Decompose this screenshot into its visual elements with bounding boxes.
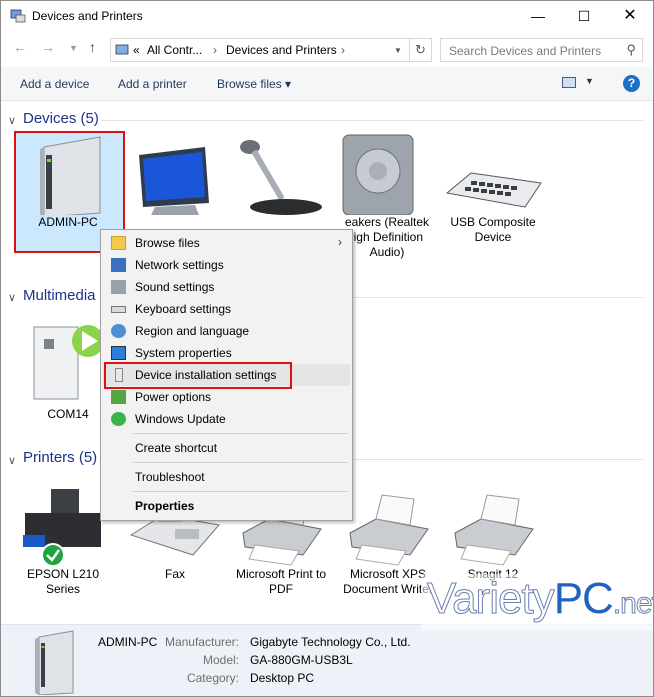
menu-separator (133, 491, 348, 492)
maximize-button[interactable]: ☐ (561, 1, 607, 31)
address-bar[interactable]: « All Contr... › Devices and Printers › … (110, 38, 410, 62)
monitor-icon (111, 346, 126, 360)
details-pane: ADMIN-PC Manufacturer: Gigabyte Technolo… (1, 624, 653, 696)
menu-item-network-settings[interactable]: Network settings (103, 254, 350, 276)
details-category-value: Desktop PC (250, 671, 315, 685)
breadcrumb-prefix[interactable]: « (133, 43, 140, 57)
recent-locations-icon[interactable]: ▼ (69, 43, 78, 53)
section-multimedia-title[interactable]: Multimedia (23, 287, 96, 304)
menu-item-keyboard-settings[interactable]: Keyboard settings (103, 298, 350, 320)
speaker-icon (342, 134, 414, 216)
up-icon[interactable]: ↑ (89, 39, 96, 55)
device-label: ADMIN-PC (38, 215, 98, 229)
keyboard-icon (111, 306, 126, 313)
collapse-devices-icon[interactable]: ∨ (8, 114, 16, 127)
device-monitor[interactable] (125, 133, 229, 215)
menu-item-browse-files[interactable]: Browse files › (103, 232, 350, 254)
close-button[interactable]: ✕ (607, 1, 653, 31)
breadcrumb-all-control-panel[interactable]: All Contr... (147, 43, 202, 57)
desktop-pc-icon (35, 630, 74, 695)
section-divider (353, 297, 643, 298)
details-manufacturer-label: Manufacturer: (164, 635, 239, 649)
update-icon (111, 412, 126, 426)
search-placeholder: Search Devices and Printers (449, 44, 602, 58)
details-category-label: Category: (186, 671, 239, 685)
search-icon[interactable]: ⚲ (626, 42, 636, 58)
search-input[interactable]: Search Devices and Printers ⚲ (440, 38, 643, 62)
speaker-icon (111, 280, 126, 294)
minimize-button[interactable]: — (515, 1, 561, 31)
device-usb-composite[interactable]: USB Composite Device (441, 133, 545, 245)
menu-item-power-options[interactable]: Power options (103, 386, 350, 408)
power-icon (111, 390, 126, 404)
folder-icon (111, 236, 126, 250)
device-microphone[interactable] (230, 133, 334, 215)
section-divider (101, 120, 643, 121)
device-label: EPSON L210 Series (26, 567, 100, 596)
add-printer-button[interactable]: Add a printer (118, 77, 187, 91)
menu-item-system-properties[interactable]: System properties (103, 342, 350, 364)
address-dropdown-icon[interactable]: ▼ (394, 46, 402, 55)
keyboard-icon (445, 172, 542, 208)
help-icon[interactable]: ? (623, 75, 640, 92)
menu-item-windows-update[interactable]: Windows Update (103, 408, 350, 430)
breadcrumb-separator-icon[interactable]: › (213, 43, 217, 57)
collapse-printers-icon[interactable]: ∨ (8, 454, 16, 467)
printer-icon (454, 494, 534, 566)
menu-separator (133, 462, 348, 463)
menu-item-troubleshoot[interactable]: Troubleshoot (103, 466, 350, 488)
section-printers-title[interactable]: Printers (5) (23, 449, 97, 466)
printer-snagit-12[interactable]: Snagit 12 (441, 485, 545, 582)
microphone-icon (240, 140, 322, 215)
devices-printers-icon (10, 9, 26, 23)
details-model-value: GA-880GM-USB3L (250, 653, 353, 667)
browse-files-button[interactable]: Browse files ▾ (217, 77, 291, 91)
menu-item-sound-settings[interactable]: Sound settings (103, 276, 350, 298)
title-bar: Devices and Printers — ☐ ✕ (1, 1, 653, 31)
view-options-dropdown-icon[interactable]: ▼ (585, 76, 594, 86)
breadcrumb-devices-and-printers[interactable]: Devices and Printers (226, 43, 337, 57)
menu-item-properties[interactable]: Properties (103, 495, 350, 517)
watermark-logo: VarietyPC.net (421, 574, 653, 630)
section-devices-title[interactable]: Devices (5) (23, 110, 99, 127)
globe-icon (111, 324, 126, 338)
refresh-button[interactable]: ↻ (410, 38, 432, 62)
forward-icon[interactable]: → (41, 39, 55, 55)
add-device-button[interactable]: Add a device (20, 77, 89, 91)
command-bar: Add a device Add a printer Browse files … (1, 67, 653, 101)
device-label: USB Composite Device (450, 215, 536, 244)
change-view-icon[interactable] (562, 77, 576, 88)
details-manufacturer-value: Gigabyte Technology Co., Ltd. (250, 635, 411, 649)
monitor-icon (139, 147, 209, 215)
details-device-name: ADMIN-PC (98, 635, 158, 649)
menu-item-region-and-language[interactable]: Region and language (103, 320, 350, 342)
network-icon (111, 258, 126, 272)
menu-item-highlight-box (104, 362, 292, 389)
breadcrumb-separator-icon[interactable]: › (341, 43, 345, 57)
device-admin-pc[interactable]: ADMIN-PC (16, 133, 120, 230)
window-title: Devices and Printers (32, 9, 143, 23)
navigation-bar: ← → ▼ ↑ « All Contr... › Devices and Pri… (1, 31, 653, 67)
collapse-multimedia-icon[interactable]: ∨ (8, 291, 16, 304)
desktop-pc-icon (40, 136, 101, 218)
back-icon[interactable]: ← (13, 39, 27, 55)
menu-item-create-shortcut[interactable]: Create shortcut (103, 437, 350, 459)
details-model-label: Model: (202, 653, 239, 667)
devices-and-printers-window: Devices and Printers — ☐ ✕ ← → ▼ ↑ « All… (0, 0, 654, 697)
device-label: Microsoft Print to PDF (235, 567, 327, 596)
submenu-arrow-icon: › (338, 235, 342, 249)
menu-separator (133, 433, 348, 434)
device-label: Fax (164, 567, 185, 581)
control-panel-icon (115, 44, 129, 55)
